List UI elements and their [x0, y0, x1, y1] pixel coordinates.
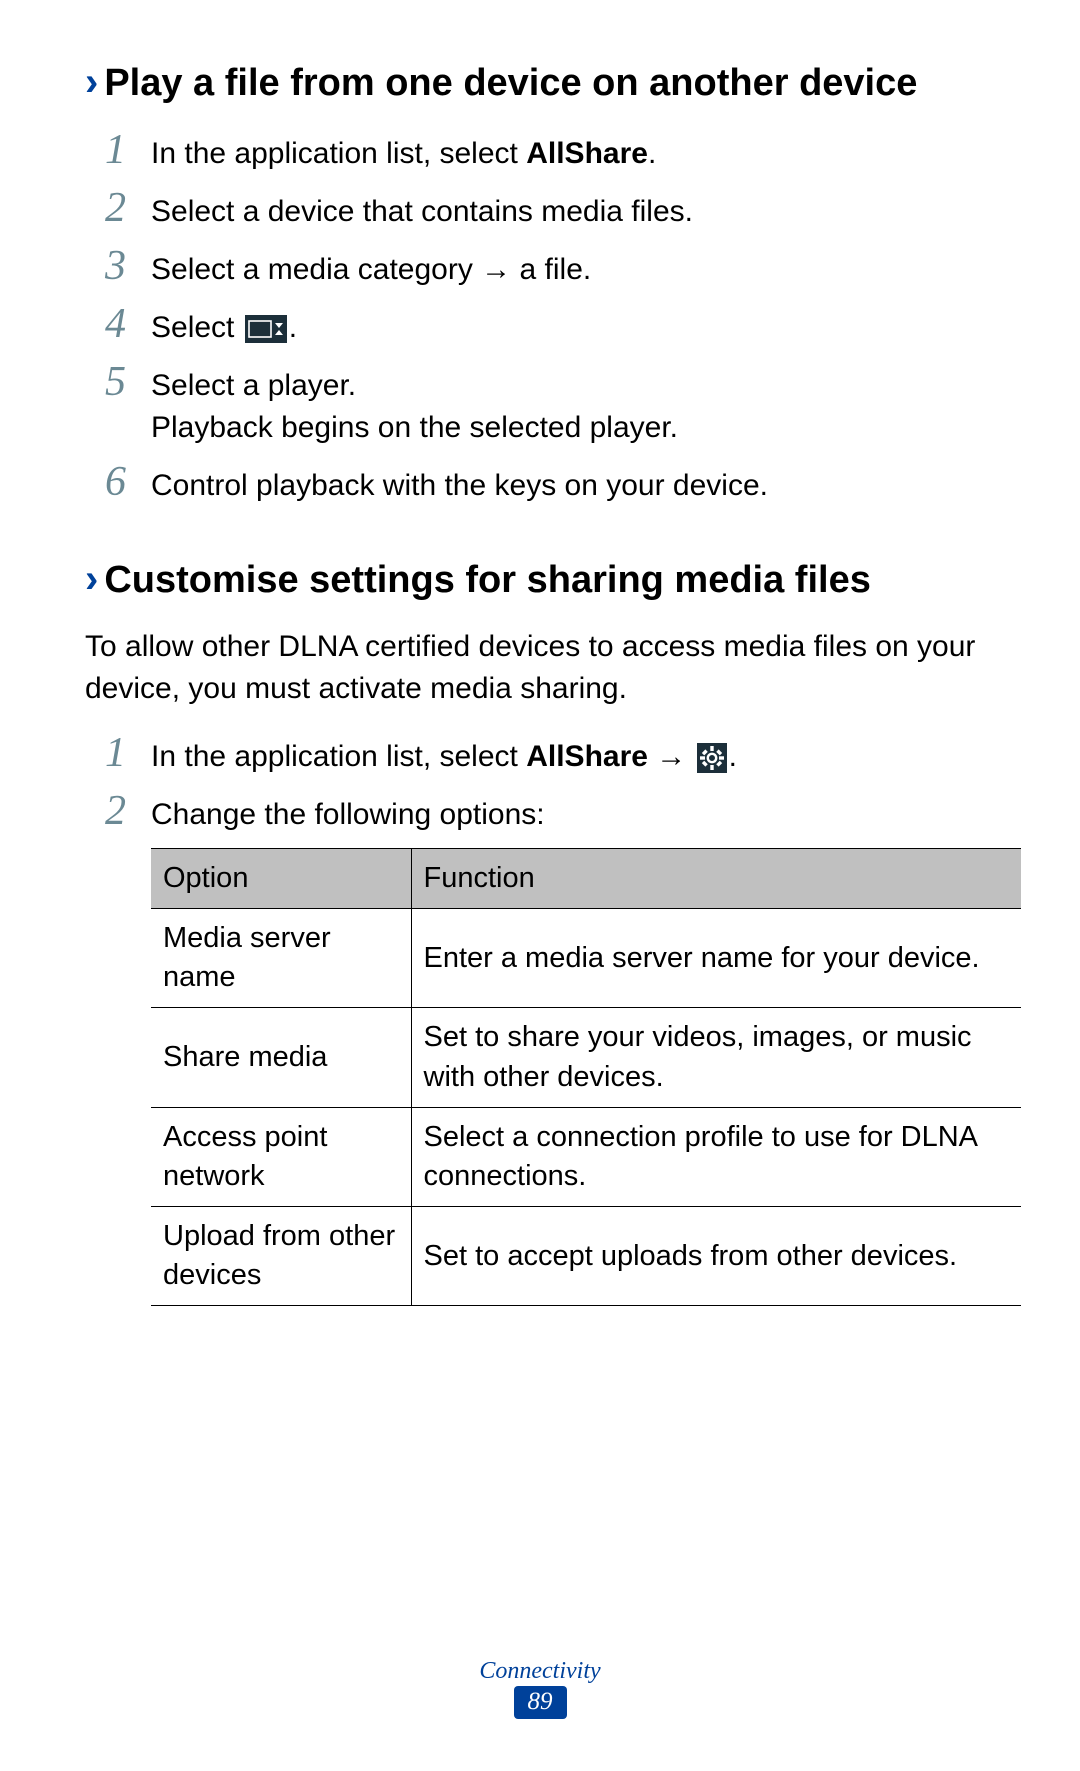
- cell-function: Enter a media server name for your devic…: [411, 909, 1021, 1008]
- step-text-line2: Playback begins on the selected player.: [151, 407, 678, 449]
- step-number: 2: [105, 790, 151, 832]
- step-text-pre: In the application list, select: [151, 137, 526, 170]
- chevron-right-icon: ›: [85, 60, 98, 105]
- step-number: 4: [105, 303, 151, 345]
- step-text-post: .: [729, 740, 737, 773]
- arrow-text: →: [648, 740, 695, 773]
- page-footer: Connectivity 89: [0, 1658, 1080, 1719]
- app-name-bold: AllShare: [526, 137, 648, 170]
- step-2: 2 Change the following options:: [85, 790, 995, 836]
- cast-icon: [245, 315, 287, 343]
- step-text-line1: Select a player.: [151, 365, 678, 407]
- cell-function: Set to share your videos, images, or mus…: [411, 1008, 1021, 1107]
- step-text-pre: Select: [151, 311, 243, 344]
- step-6: 6 Control playback with the keys on your…: [85, 461, 995, 507]
- heading-text: Customise settings for sharing media fil…: [104, 559, 871, 602]
- step-1: 1 In the application list, select AllSha…: [85, 129, 995, 175]
- header-function: Function: [411, 849, 1021, 909]
- step-number: 1: [105, 129, 151, 171]
- heading-text: Play a file from one device on another d…: [104, 62, 917, 105]
- cell-option: Access point network: [151, 1107, 411, 1206]
- step-body: In the application list, select AllShare…: [151, 732, 737, 778]
- footer-section-label: Connectivity: [0, 1658, 1080, 1685]
- step-body: Select a media category → a file.: [151, 245, 591, 291]
- table-row: Upload from other devices Set to accept …: [151, 1206, 1021, 1305]
- steps-section1: 1 In the application list, select AllSha…: [85, 129, 995, 507]
- step-number: 5: [105, 361, 151, 403]
- step-3: 3 Select a media category → a file.: [85, 245, 995, 291]
- step-body: Select a player. Playback begins on the …: [151, 361, 678, 449]
- step-text-post: .: [289, 311, 297, 344]
- step-2: 2 Select a device that contains media fi…: [85, 187, 995, 233]
- steps-section2: 1 In the application list, select AllSha…: [85, 732, 995, 1306]
- step-body: Control playback with the keys on your d…: [151, 461, 768, 507]
- step-number: 3: [105, 245, 151, 287]
- step-number: 1: [105, 732, 151, 774]
- table-header-row: Option Function: [151, 849, 1021, 909]
- step-text-pre: In the application list, select: [151, 740, 526, 773]
- table-row: Media server name Enter a media server n…: [151, 909, 1021, 1008]
- cell-option: Media server name: [151, 909, 411, 1008]
- section-heading-customise: › Customise settings for sharing media f…: [85, 557, 995, 602]
- app-name-bold: AllShare: [526, 740, 648, 773]
- step-number: 6: [105, 461, 151, 503]
- step-body: Change the following options:: [151, 790, 545, 836]
- options-table: Option Function Media server name Enter …: [151, 848, 1021, 1306]
- step-1: 1 In the application list, select AllSha…: [85, 732, 995, 778]
- intro-paragraph: To allow other DLNA certified devices to…: [85, 626, 995, 710]
- table-row: Access point network Select a connection…: [151, 1107, 1021, 1206]
- settings-gear-icon: [697, 743, 727, 773]
- step-body: Select a device that contains media file…: [151, 187, 693, 233]
- cell-option: Share media: [151, 1008, 411, 1107]
- step-body: Select .: [151, 303, 297, 349]
- step-body: In the application list, select AllShare…: [151, 129, 656, 175]
- step-5: 5 Select a player. Playback begins on th…: [85, 361, 995, 449]
- chevron-right-icon: ›: [85, 557, 98, 602]
- table-row: Share media Set to share your videos, im…: [151, 1008, 1021, 1107]
- page-number-badge: 89: [514, 1686, 567, 1719]
- section-heading-play-file: › Play a file from one device on another…: [85, 60, 995, 105]
- header-option: Option: [151, 849, 411, 909]
- step-4: 4 Select .: [85, 303, 995, 349]
- cell-function: Set to accept uploads from other devices…: [411, 1206, 1021, 1305]
- step-number: 2: [105, 187, 151, 229]
- step-text-post: .: [648, 137, 656, 170]
- cell-option: Upload from other devices: [151, 1206, 411, 1305]
- cell-function: Select a connection profile to use for D…: [411, 1107, 1021, 1206]
